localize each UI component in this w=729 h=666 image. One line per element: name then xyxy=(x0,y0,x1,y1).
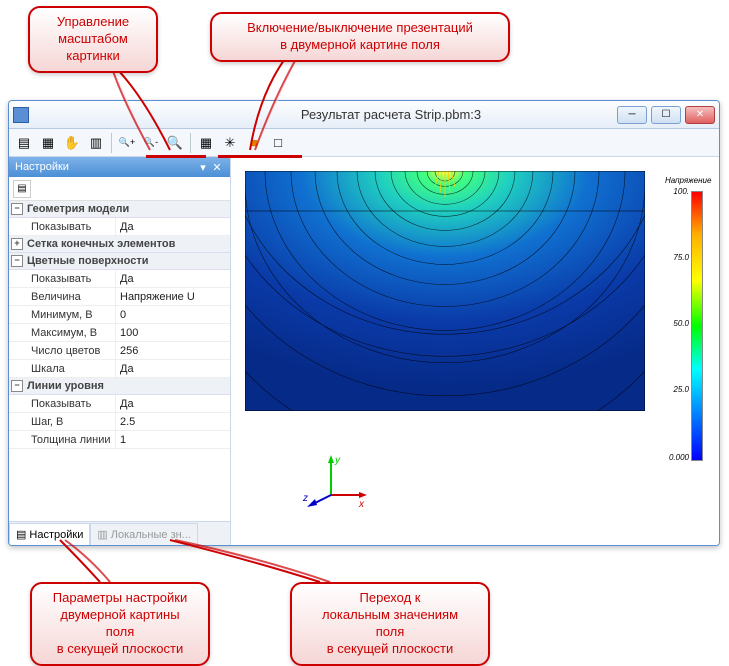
toolbar-separator xyxy=(190,133,191,153)
callout-zoom: Управление масштабом картинки xyxy=(28,6,158,73)
tab-local-label: Локальные зн... xyxy=(111,529,191,541)
field-plot xyxy=(245,171,645,411)
panel-title: Настройки xyxy=(15,161,69,173)
pan-icon[interactable]: ✋ xyxy=(61,132,83,154)
axes-gizmo: y x z xyxy=(301,453,371,513)
doc-icon[interactable]: ▥ xyxy=(85,132,107,154)
prop-value[interactable]: 256 xyxy=(115,342,230,359)
settings-panel: Настройки ▾ ✕ ▤ −Геометрия моделиПоказыв… xyxy=(9,157,231,545)
close-button[interactable]: ✕ xyxy=(685,106,715,124)
cb-label-4: 0.000 xyxy=(665,453,689,462)
panel-header: Настройки ▾ ✕ xyxy=(9,157,230,177)
prop-row[interactable]: Шаг, В2.5 xyxy=(9,413,230,431)
prop-label: Максимум, В xyxy=(9,327,115,339)
marker-presentation xyxy=(218,155,302,158)
section-title: Линии уровня xyxy=(27,380,104,392)
prop-label: Толщина линии xyxy=(9,434,115,446)
prop-label: Число цветов xyxy=(9,345,115,357)
prop-row[interactable]: Толщина линии1 xyxy=(9,431,230,449)
toolbar: ▤▦✋▥🔍+🔍-🔍▦✳■□ xyxy=(9,129,719,157)
viewport[interactable]: y x z Напряжение 100. 75.0 50.0 25.0 0.0… xyxy=(231,157,719,545)
prop-label: Шаг, В xyxy=(9,416,115,428)
prop-category-icon[interactable]: ▤ xyxy=(13,180,31,198)
tab-local-values[interactable]: ▥ Локальные зн... xyxy=(90,523,198,545)
panel-pin-icon[interactable]: ▾ xyxy=(196,161,210,174)
prop-section[interactable]: −Линии уровня xyxy=(9,378,230,395)
cb-label-2: 50.0 xyxy=(665,319,689,328)
colorbar-gradient xyxy=(691,191,703,461)
prop-label: Показывать xyxy=(9,221,115,233)
callout-presentation: Включение/выключение презентаций в двуме… xyxy=(210,12,510,62)
property-grid: −Геометрия моделиПоказыватьДа+Сетка коне… xyxy=(9,201,230,521)
prop-section[interactable]: −Геометрия модели xyxy=(9,201,230,218)
panel-close-icon[interactable]: ✕ xyxy=(210,161,224,174)
svg-text:z: z xyxy=(302,493,308,504)
zoom-out-icon[interactable]: 🔍- xyxy=(140,132,162,154)
prop-section[interactable]: + Сетка конечных элементов xyxy=(9,236,230,253)
marker-zoom xyxy=(146,155,206,158)
tab-settings[interactable]: ▤ Настройки xyxy=(9,523,90,545)
expander-icon[interactable]: − xyxy=(11,380,23,392)
prop-row[interactable]: Максимум, В100 xyxy=(9,324,230,342)
expander-icon[interactable]: − xyxy=(11,203,23,215)
prop-row[interactable]: Число цветов256 xyxy=(9,342,230,360)
zoom-fit-icon[interactable]: 🔍 xyxy=(164,132,186,154)
prop-section[interactable]: −Цветные поверхности xyxy=(9,253,230,270)
list-icon[interactable]: ▦ xyxy=(37,132,59,154)
outline-icon[interactable]: □ xyxy=(267,132,289,154)
cb-label-1: 75.0 xyxy=(665,253,689,262)
titlebar: Результат расчета Strip.pbm:3 ─ ☐ ✕ xyxy=(9,101,719,129)
tab-settings-label: Настройки xyxy=(29,529,83,541)
prop-label: Минимум, В xyxy=(9,309,115,321)
colorbar: Напряжение 100. 75.0 50.0 25.0 0.000 xyxy=(665,177,711,477)
section-title: Геометрия модели xyxy=(27,203,129,215)
prop-value[interactable]: 1 xyxy=(115,431,230,448)
expander-icon[interactable]: − xyxy=(11,255,23,267)
plot-area: y x z xyxy=(245,171,659,531)
app-icon xyxy=(13,107,29,123)
prop-row[interactable]: ВеличинаНапряжение U xyxy=(9,288,230,306)
tab-icon: ▥ xyxy=(97,528,107,541)
prop-value[interactable]: 0 xyxy=(115,306,230,323)
expander-icon[interactable]: + xyxy=(11,238,23,250)
window-title: Результат расчета Strip.pbm:3 xyxy=(165,107,617,122)
grid-icon[interactable]: ▦ xyxy=(195,132,217,154)
tab-icon: ▤ xyxy=(16,528,26,541)
zoom-in-icon[interactable]: 🔍+ xyxy=(116,132,138,154)
cb-label-0: 100. xyxy=(665,187,689,196)
section-title: Сетка конечных элементов xyxy=(27,238,175,250)
prop-row[interactable]: Минимум, В0 xyxy=(9,306,230,324)
panel-tabs: ▤ Настройки ▥ Локальные зн... xyxy=(9,521,230,545)
callout-params: Параметры настройки двумерной картины по… xyxy=(30,582,210,666)
prop-row[interactable]: ПоказыватьДа xyxy=(9,395,230,413)
prop-label: Величина xyxy=(9,291,115,303)
prop-value[interactable]: Да xyxy=(115,270,230,287)
mesh-icon[interactable]: ✳ xyxy=(219,132,241,154)
prop-value[interactable]: Да xyxy=(115,360,230,377)
prop-label: Показывать xyxy=(9,273,115,285)
svg-text:x: x xyxy=(358,499,365,510)
svg-text:y: y xyxy=(334,455,341,466)
prop-label: Шкала xyxy=(9,363,115,375)
minimize-button[interactable]: ─ xyxy=(617,106,647,124)
maximize-button[interactable]: ☐ xyxy=(651,106,681,124)
prop-row[interactable]: ПоказыватьДа xyxy=(9,270,230,288)
prop-value[interactable]: 2.5 xyxy=(115,413,230,430)
prop-row[interactable]: ШкалаДа xyxy=(9,360,230,378)
result-window: Результат расчета Strip.pbm:3 ─ ☐ ✕ ▤▦✋▥… xyxy=(8,100,720,546)
prop-value[interactable]: Да xyxy=(115,218,230,235)
toolbar-separator xyxy=(111,133,112,153)
prop-label: Показывать xyxy=(9,398,115,410)
fill-icon[interactable]: ■ xyxy=(243,132,265,154)
prop-value[interactable]: 100 xyxy=(115,324,230,341)
cb-label-3: 25.0 xyxy=(665,385,689,394)
prop-row[interactable]: ПоказыватьДа xyxy=(9,218,230,236)
prop-toolbar: ▤ xyxy=(9,177,230,201)
prop-value[interactable]: Да xyxy=(115,395,230,412)
prop-value[interactable]: Напряжение U xyxy=(115,288,230,305)
colorbar-title: Напряжение xyxy=(665,177,711,185)
callout-local: Переход к локальным значениям поля в сек… xyxy=(290,582,490,666)
tree-icon[interactable]: ▤ xyxy=(13,132,35,154)
section-title: Цветные поверхности xyxy=(27,255,149,267)
